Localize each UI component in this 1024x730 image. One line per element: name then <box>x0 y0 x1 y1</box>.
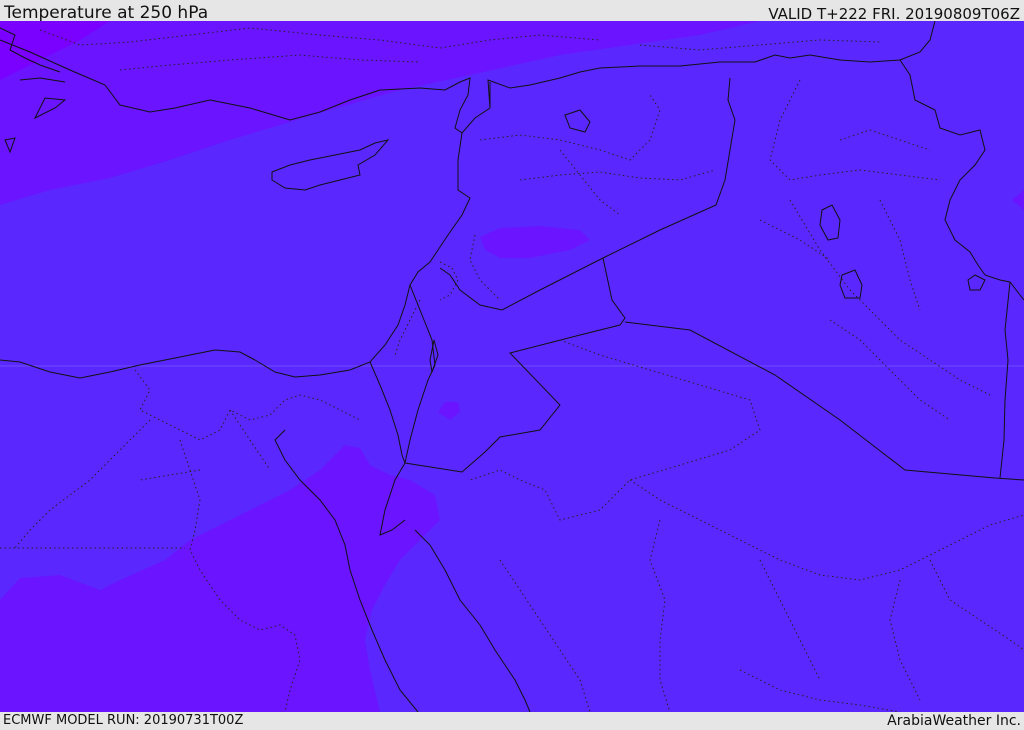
temperature-map[interactable] <box>0 21 1024 712</box>
brand-label: ArabiaWeather Inc. <box>887 713 1021 729</box>
header-bar: Temperature at 250 hPa VALID T+222 FRI. … <box>0 0 1024 23</box>
map-title: Temperature at 250 hPa <box>4 3 209 23</box>
footer-bar: ECMWF MODEL RUN: 20190731T00Z ArabiaWeat… <box>0 712 1024 729</box>
model-run-label: ECMWF MODEL RUN: 20190731T00Z <box>3 713 244 728</box>
